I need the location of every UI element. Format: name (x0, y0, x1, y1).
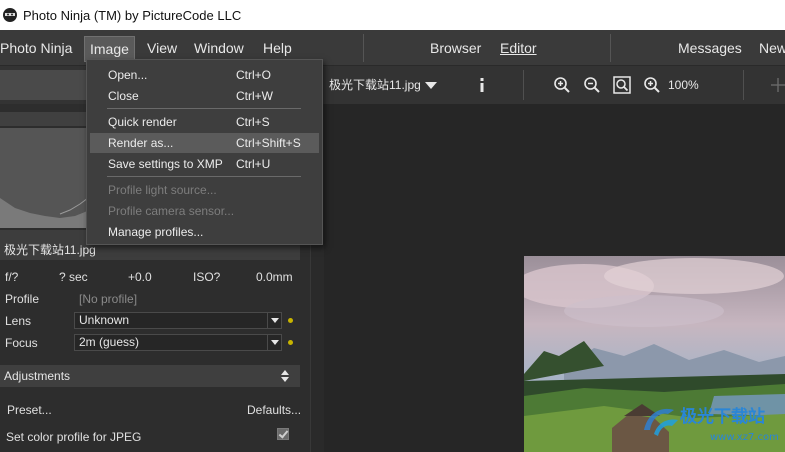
focus-select[interactable]: 2m (guess) (74, 334, 282, 351)
menu-item-shortcut: Ctrl+W (236, 89, 273, 103)
menu-item-label: Open... (108, 68, 148, 82)
menu-item-label: Quick render (108, 115, 177, 129)
color-profile-label: Set color profile for JPEG (6, 430, 142, 444)
adjustments-header[interactable]: Adjustments (0, 365, 300, 387)
menu-item-label: Profile light source... (108, 183, 217, 197)
watermark-text: 极光下载站 (680, 406, 765, 427)
profile-value: [No profile] (79, 292, 138, 306)
chevron-down-icon[interactable] (267, 313, 281, 328)
site-watermark-logo: 极光下载站 www.xz7.com (644, 406, 779, 443)
exif-iso: ISO? (193, 270, 221, 284)
toolbar-separator (743, 70, 744, 100)
zoom-in-icon[interactable] (553, 76, 571, 94)
lens-select-value: Unknown (79, 313, 130, 327)
exif-focal-length: 0.0mm (256, 270, 293, 284)
menu-item-shortcut: Ctrl+S (236, 115, 270, 129)
menu-separator (363, 34, 364, 62)
exif-shutter: ? sec (59, 270, 88, 284)
menu-item-label: Save settings to XMP (108, 157, 223, 171)
exif-exposure: +0.0 (128, 270, 152, 284)
menu-separator (107, 176, 301, 177)
window-title: Photo Ninja (TM) by PictureCode LLC (23, 7, 242, 23)
updown-arrows-icon[interactable] (280, 370, 290, 382)
profile-label: Profile (5, 292, 40, 306)
zoom-out-icon[interactable] (583, 76, 601, 94)
focus-label: Focus (5, 336, 38, 350)
exif-aperture: f/? (5, 270, 19, 284)
ninja-app-icon (3, 8, 17, 22)
menu-new[interactable]: New (759, 30, 785, 66)
focus-status-dot (288, 340, 293, 345)
image-menu-dropdown: Open... Ctrl+O Close Ctrl+W Quick render… (86, 59, 323, 245)
lens-status-dot (288, 318, 293, 323)
title-bar: Photo Ninja (TM) by PictureCode LLC (0, 0, 785, 30)
menu-item-save-xmp[interactable]: Save settings to XMP Ctrl+U (90, 154, 319, 174)
current-file-name[interactable]: 极光下载站11.jpg (329, 66, 421, 104)
adjustments-title: Adjustments (4, 369, 71, 383)
menu-separator (107, 108, 301, 109)
defaults-button[interactable]: Defaults... (247, 403, 301, 417)
menu-item-label: Render as... (108, 136, 174, 150)
watermark-url: www.xz7.com (710, 432, 779, 443)
menu-item-render-as[interactable]: Render as... Ctrl+Shift+S (90, 133, 319, 153)
tab-editor[interactable]: Editor (500, 30, 537, 66)
menu-item-profile-camera-sensor[interactable]: Profile camera sensor... (90, 201, 319, 221)
preset-button[interactable]: Preset... (7, 403, 52, 417)
move-icon[interactable] (770, 76, 785, 94)
zoom-fit-icon[interactable] (613, 76, 631, 94)
color-profile-checkbox[interactable] (277, 428, 289, 440)
zoom-actual-icon[interactable] (643, 76, 661, 94)
menu-photo-ninja[interactable]: Photo Ninja (0, 30, 72, 66)
file-dropdown-icon[interactable] (425, 82, 437, 89)
lens-select[interactable]: Unknown (74, 312, 282, 329)
menu-item-label: Manage profiles... (108, 225, 204, 239)
menu-item-shortcut: Ctrl+O (236, 68, 272, 82)
menu-item-shortcut: Ctrl+U (236, 157, 271, 171)
menu-messages[interactable]: Messages (678, 30, 742, 66)
menu-item-quick-render[interactable]: Quick render Ctrl+S (90, 112, 319, 132)
menu-item-label: Close (108, 89, 139, 103)
tab-browser[interactable]: Browser (430, 30, 481, 66)
toolbar-separator (523, 70, 524, 100)
lens-label: Lens (5, 314, 32, 328)
menu-item-profile-light-source[interactable]: Profile light source... (90, 180, 319, 200)
chevron-down-icon[interactable] (267, 335, 281, 350)
menu-separator (610, 34, 611, 62)
info-icon[interactable] (478, 76, 486, 94)
panel-toolbar-block (0, 70, 88, 100)
menu-item-manage-profiles[interactable]: Manage profiles... (90, 222, 319, 242)
menu-item-open[interactable]: Open... Ctrl+O (90, 65, 319, 85)
zoom-level: 100% (668, 78, 699, 92)
menu-item-label: Profile camera sensor... (108, 204, 235, 218)
menu-item-close[interactable]: Close Ctrl+W (90, 86, 319, 106)
menu-item-shortcut: Ctrl+Shift+S (236, 136, 301, 150)
focus-select-value: 2m (guess) (79, 335, 140, 349)
